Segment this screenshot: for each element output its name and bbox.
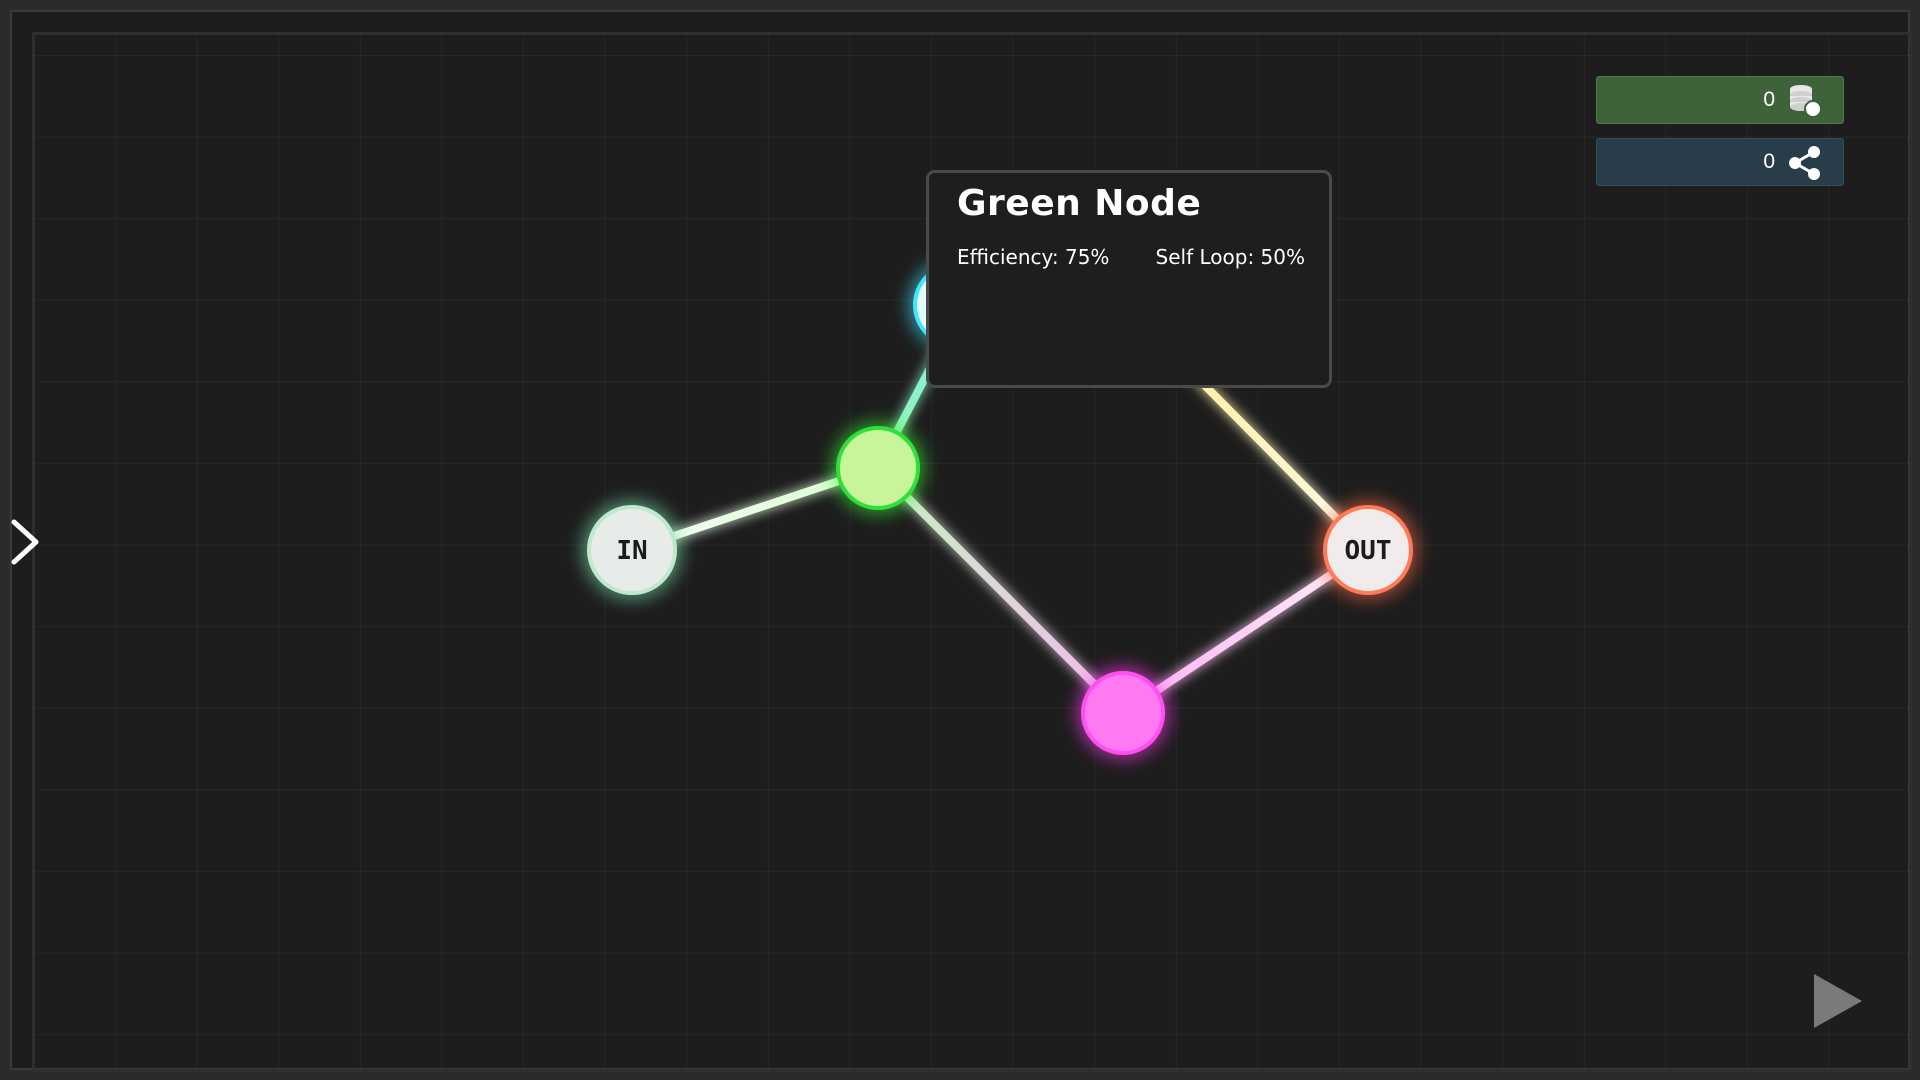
in-node[interactable]: IN: [587, 505, 677, 595]
green-node-circle[interactable]: [836, 426, 920, 510]
out-node-label: OUT: [1345, 536, 1392, 566]
magenta-node[interactable]: [1081, 671, 1165, 755]
tooltip-efficiency: Efficiency: 75%: [957, 245, 1110, 269]
shares-counter: 0: [1596, 138, 1844, 186]
share-icon: [1789, 146, 1820, 180]
coins-value: 0: [1763, 88, 1775, 111]
tooltip-self-loop: Self Loop: 50%: [1155, 245, 1305, 269]
chevron-right-icon[interactable]: [8, 516, 44, 568]
in-node-label: IN: [616, 536, 647, 566]
play-icon[interactable]: [1810, 970, 1866, 1032]
edge-green-magenta[interactable]: [874, 464, 1127, 717]
tooltip-title: Green Node: [957, 183, 1202, 224]
out-node[interactable]: OUT: [1323, 505, 1413, 595]
green-node[interactable]: [836, 426, 920, 510]
node-tooltip: Green Node Efficiency: 75% Self Loop: 50…: [926, 170, 1332, 388]
shares-value: 0: [1763, 150, 1775, 173]
coin-stack-icon: [1790, 85, 1822, 118]
coins-counter: 0: [1596, 76, 1844, 124]
magenta-node-circle[interactable]: [1081, 671, 1165, 755]
